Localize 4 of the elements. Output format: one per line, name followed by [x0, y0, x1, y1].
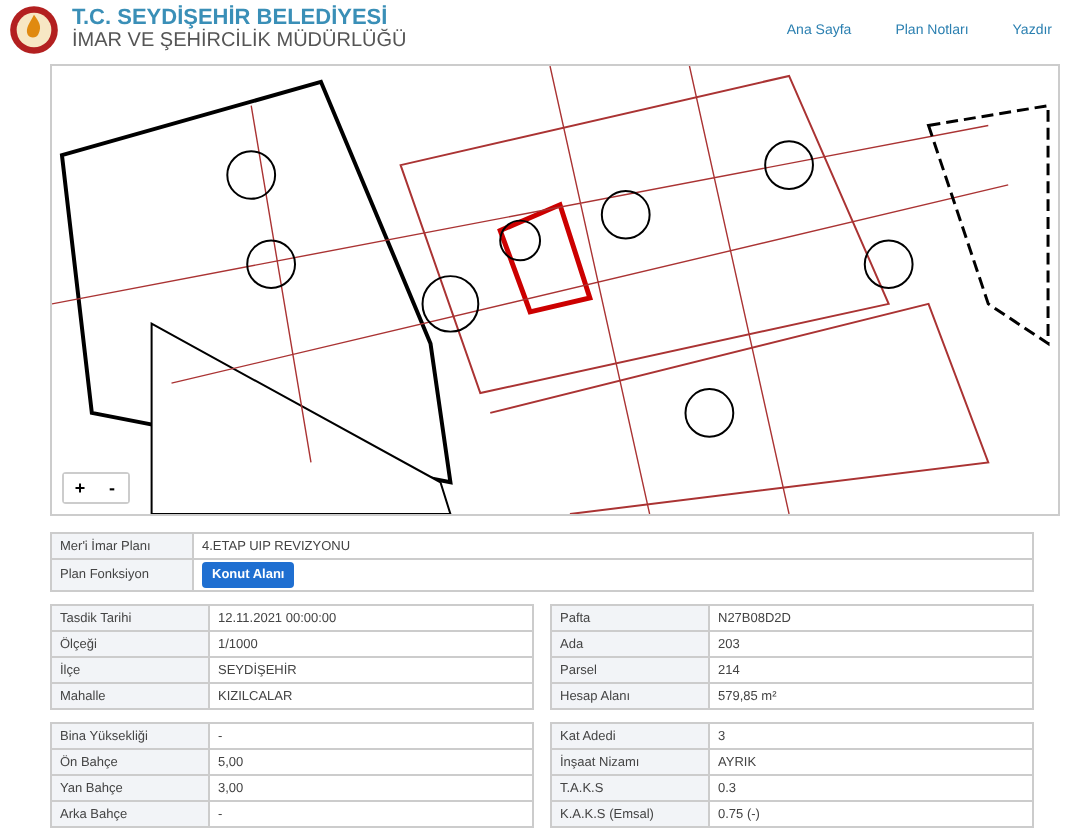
department-title: İMAR VE ŞEHİRCİLİK MÜDÜRLÜĞÜ — [72, 30, 409, 54]
municipality-title: T.C. SEYDİŞEHİR BELEDİYESİ — [72, 6, 388, 30]
zoning-map[interactable]: + - — [50, 64, 1060, 516]
municipality-logo — [8, 4, 60, 56]
